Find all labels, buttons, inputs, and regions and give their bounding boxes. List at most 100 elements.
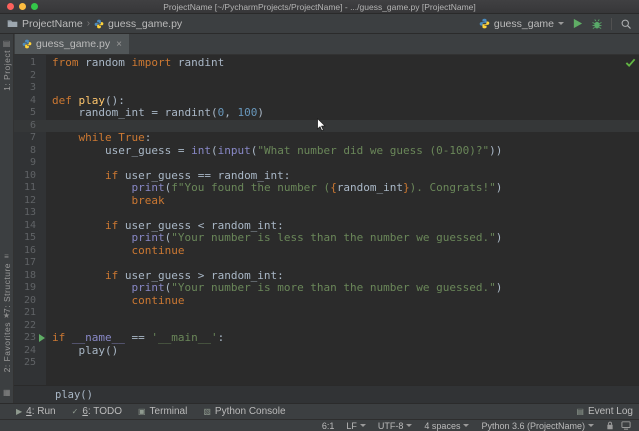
line-number[interactable]: 6	[14, 119, 46, 132]
status-widget[interactable]: 6:1	[322, 421, 335, 431]
line-number[interactable]: 9	[14, 157, 46, 170]
gutter[interactable]: 1 2 3 4 5 6 7 8 9 10 11 12 13 14 15 16 17 18 19 20 21 22 23 24 2…	[14, 55, 46, 385]
window-title: ProjectName [~/PycharmProjects/ProjectNa…	[163, 1, 476, 12]
tool-window-button-favorites[interactable]: ★ 2: Favorites	[0, 311, 13, 373]
code-line: random_int = randint(0, 100)	[52, 106, 264, 119]
tool-stripe-label: 4: Run	[26, 406, 56, 417]
run-line-marker-icon[interactable]	[39, 334, 45, 343]
tool-stripe-label: Terminal	[149, 406, 188, 417]
line-number[interactable]: 7	[14, 132, 46, 145]
line-number[interactable]: 25	[14, 357, 46, 370]
close-tab-icon[interactable]: ×	[116, 39, 122, 50]
status-widget[interactable]: 4 spaces	[424, 421, 470, 431]
project-icon: ▤	[2, 39, 11, 48]
chevron-down-icon	[588, 424, 594, 427]
line-number[interactable]: 11	[14, 182, 46, 195]
status-widgets: 6:1 LF UTF-8 4 spaces Python 3.6 (ProjectNam…	[322, 421, 594, 431]
bottom-tool-buttons: ▶ 4: Run ✓ 6: TODO ▣ Terminal ▧ Python Console	[16, 406, 286, 417]
run-tool-icon: ▶	[16, 406, 23, 416]
tool-stripe-label: 6: TODO	[82, 406, 122, 417]
todo-tool-icon: ✓	[71, 406, 79, 416]
favorites-icon: ★	[2, 311, 11, 320]
status-widget[interactable]: UTF-8	[378, 421, 413, 431]
main-area: ▦ ▤ 1: Project ≡ 7: Structure ★ 2: Favorites …	[0, 34, 639, 403]
toolbar-divider	[611, 17, 612, 30]
line-number[interactable]: 22	[14, 320, 46, 333]
chevron-down-icon	[558, 22, 564, 25]
terminal-tool-icon: ▣	[137, 406, 146, 416]
python-file-icon	[94, 19, 104, 29]
breadcrumb-project[interactable]: ProjectName	[22, 18, 83, 30]
tool-stripe-button-todo[interactable]: ✓ 6: TODO	[72, 406, 122, 417]
inspection-ok-icon[interactable]	[625, 57, 636, 68]
code-area[interactable]: from random import randint def play(): ra…	[46, 55, 639, 385]
line-number[interactable]: 17	[14, 257, 46, 270]
line-number[interactable]: 13	[14, 207, 46, 220]
line-number[interactable]: 23	[14, 332, 46, 345]
tool-stripe-label: Python Console	[214, 406, 286, 417]
editor-tab-bar: guess_game.py ×	[14, 34, 639, 55]
line-number[interactable]: 8	[14, 145, 46, 158]
tool-window-button-project[interactable]: ▤ 1: Project	[0, 40, 13, 91]
chevron-down-icon	[406, 424, 413, 427]
line-number[interactable]: 5	[14, 107, 46, 120]
line-number[interactable]: 2	[14, 70, 46, 83]
line-number[interactable]: 20	[14, 295, 46, 308]
code-line: user_guess = int(input("What number did …	[52, 143, 503, 157]
tool-stripe-button-python-console[interactable]: ▧ Python Console	[203, 406, 285, 417]
tool-stripe-button-event-log[interactable]: ▤ Event Log	[576, 406, 633, 417]
left-tool-strip: ▦ ▤ 1: Project ≡ 7: Structure ★ 2: Favorites	[0, 34, 14, 403]
code-line: from random import randint	[52, 56, 225, 69]
tool-window-label: 1: Project	[1, 50, 12, 91]
close-window-button[interactable]	[7, 3, 14, 10]
debug-button[interactable]	[591, 18, 603, 30]
code-line: continue	[131, 293, 185, 307]
line-number[interactable]: 24	[14, 345, 46, 358]
chevron-down-icon	[463, 424, 470, 427]
code-line: continue	[131, 243, 185, 257]
run-configuration-select[interactable]: guess_game	[479, 18, 564, 30]
tool-window-label: 7: Structure	[1, 263, 12, 313]
tool-stripe-button-run[interactable]: ▶ 4: Run	[16, 406, 56, 417]
line-number[interactable]: 15	[14, 232, 46, 245]
run-button[interactable]	[572, 18, 583, 29]
tool-stripe-button-terminal[interactable]: ▣ Terminal	[138, 406, 187, 417]
python-logo-icon	[479, 18, 490, 29]
breadcrumb: ProjectName › guess_game.py	[7, 18, 182, 30]
line-number[interactable]: 12	[14, 195, 46, 208]
read-only-lock-icon[interactable]	[606, 421, 614, 430]
line-number[interactable]: 18	[14, 270, 46, 283]
editor[interactable]: 1 2 3 4 5 6 7 8 9 10 11 12 13 14 15 16 17 18 19 20 21 22 23 24 2…	[14, 55, 639, 385]
line-number[interactable]: 3	[14, 82, 46, 95]
tab-guess-game-py[interactable]: guess_game.py ×	[15, 34, 129, 54]
status-widget[interactable]: Python 3.6 (ProjectName)	[481, 421, 594, 431]
tool-window-switcher-icon[interactable]: ▦	[3, 388, 11, 397]
line-number[interactable]: 21	[14, 307, 46, 320]
tool-window-label: 2: Favorites	[1, 322, 12, 373]
line-number[interactable]: 10	[14, 170, 46, 183]
minimize-window-button[interactable]	[19, 3, 26, 10]
line-number[interactable]: 16	[14, 245, 46, 258]
zoom-window-button[interactable]	[31, 3, 38, 10]
status-widget[interactable]: LF	[346, 421, 366, 431]
bottom-tool-buttons-right: ▤ Event Log	[576, 406, 633, 417]
line-number[interactable]: 4	[14, 95, 46, 108]
line-number[interactable]: 14	[14, 220, 46, 233]
folder-icon	[7, 18, 18, 29]
line-number[interactable]: 19	[14, 282, 46, 295]
line-number[interactable]: 1	[14, 57, 46, 70]
breadcrumb-context[interactable]: play()	[55, 389, 93, 401]
status-icons	[606, 421, 631, 430]
title-bar: ProjectName [~/PycharmProjects/ProjectNa…	[0, 0, 639, 14]
bottom-tool-stripe: ▶ 4: Run ✓ 6: TODO ▣ Terminal ▧ Python Console …	[0, 403, 639, 419]
breadcrumb-file[interactable]: guess_game.py	[108, 18, 182, 30]
search-everywhere-icon[interactable]	[620, 18, 632, 30]
highlighting-level-icon[interactable]	[621, 421, 631, 430]
navigation-bar: ProjectName › guess_game.py guess_game	[0, 14, 639, 34]
run-configuration-label: guess_game	[493, 17, 554, 30]
editor-column: guess_game.py × 1 2 3 4 5 6 7 8 9 10 11 12 13 14 15 16 1…	[14, 34, 639, 403]
python-file-icon	[22, 39, 32, 49]
tool-window-button-structure[interactable]: ≡ 7: Structure	[0, 253, 13, 313]
chevron-down-icon	[359, 424, 366, 427]
